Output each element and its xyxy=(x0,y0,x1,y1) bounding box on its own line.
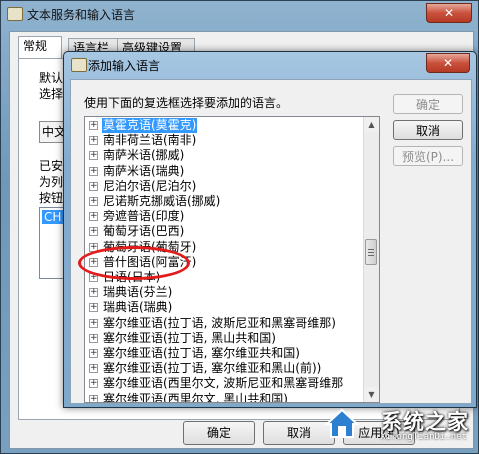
grip-line xyxy=(368,252,374,253)
expand-plus-icon[interactable]: + xyxy=(89,121,98,130)
expand-plus-icon[interactable]: + xyxy=(89,318,98,328)
list-item[interactable]: + 尼泊尔语(尼泊尔) xyxy=(85,179,363,194)
preview-button[interactable]: 预览(P)... xyxy=(393,146,463,166)
list-item[interactable]: + 塞尔维亚语(西里尔文, 黑山共和国) xyxy=(85,391,363,403)
list-item[interactable]: + 莫霍克语(莫霍克) xyxy=(85,118,363,133)
window-title: 文本服务和输入语言 xyxy=(27,8,136,22)
dialog-client-area: 使用下面的复选框选择要添加的语言。 + 莫霍克语(莫霍克) + 南非荷兰语(南非) + 南… xyxy=(70,79,472,404)
expand-plus-icon[interactable]: + xyxy=(89,166,98,176)
installed-services-desc-2: 按钮 xyxy=(39,191,64,205)
language-label: 塞尔维亚语(拉丁语, 塞尔维亚共和国) xyxy=(103,346,300,360)
expand-plus-icon[interactable]: + xyxy=(89,136,98,146)
language-label: 瑞典语(瑞典) xyxy=(103,300,173,315)
installed-services-label: 已安 xyxy=(39,159,64,173)
scroll-up-icon[interactable]: ▲ xyxy=(364,117,379,132)
vertical-scrollbar[interactable]: ▲ ▼ xyxy=(363,117,379,402)
language-label: 塞尔维亚语(拉丁语, 塞尔维亚和黑山(前)) xyxy=(103,361,322,376)
scrollbar-thumb[interactable] xyxy=(365,239,377,265)
language-label: 莫霍克语(莫霍克) xyxy=(102,118,198,133)
list-item[interactable]: + 南萨米语(挪威) xyxy=(85,148,363,163)
house-logo-icon xyxy=(324,408,360,438)
language-label: 尼泊尔语(尼泊尔) xyxy=(103,178,197,193)
language-label: 南非荷兰语(南非) xyxy=(103,133,197,148)
expand-plus-icon[interactable]: + xyxy=(89,333,98,343)
language-label: 葡萄牙语(巴西) xyxy=(103,224,185,239)
expand-plus-icon[interactable]: + xyxy=(89,303,98,313)
installed-services-desc: 为列 xyxy=(39,175,64,189)
language-label: 塞尔维亚语(拉丁语, 黑山共和国) xyxy=(103,330,276,345)
expand-plus-icon[interactable]: + xyxy=(89,349,98,358)
expand-plus-icon[interactable]: + xyxy=(89,394,98,402)
list-item[interactable]: + 瑞典语(芬兰) xyxy=(85,285,363,300)
ok-button[interactable]: 确定 xyxy=(183,421,255,445)
close-button[interactable]: ✕ xyxy=(426,53,470,73)
expand-plus-icon[interactable]: + xyxy=(89,364,98,374)
watermark: 系统之家 XiTongTianDi.net xyxy=(321,404,473,450)
dialog-title: 添加输入语言 xyxy=(88,59,161,73)
highlight-ring xyxy=(78,246,190,280)
expand-plus-icon[interactable]: + xyxy=(89,181,98,191)
list-item[interactable]: + 塞尔维亚语(拉丁语, 黑山共和国) xyxy=(85,331,363,346)
language-label: 塞尔维亚语(西里尔文, 黑山共和国) xyxy=(103,391,288,403)
watermark-url: XiTongTianDi.net xyxy=(380,432,467,442)
default-language-desc: 选择 xyxy=(39,87,64,101)
list-item[interactable]: + 旁遮普语(印度) xyxy=(85,209,363,224)
list-item[interactable]: + 塞尔维亚语(拉丁语, 波斯尼亚和黑塞哥维那) xyxy=(85,316,363,331)
language-label: 南萨米语(瑞典) xyxy=(103,163,185,178)
list-item[interactable]: + 葡萄牙语(巴西) xyxy=(85,224,363,239)
language-label: 旁遮普语(印度) xyxy=(103,209,185,224)
expand-plus-icon[interactable]: + xyxy=(89,227,98,237)
list-item[interactable]: + 塞尔维亚语(拉丁语, 塞尔维亚和黑山(前)) xyxy=(85,361,363,376)
close-button[interactable]: ✕ xyxy=(426,3,472,23)
default-language-label: 默认 xyxy=(39,71,64,85)
list-item[interactable]: + 尼诺斯克挪威语(挪威) xyxy=(85,194,363,209)
instruction-text: 使用下面的复选框选择要添加的语言。 xyxy=(84,96,289,110)
list-item[interactable]: CH xyxy=(42,210,64,224)
language-label: 瑞典语(芬兰) xyxy=(103,285,173,300)
keyboard-icon xyxy=(71,58,87,72)
cancel-button[interactable]: 取消 xyxy=(393,120,463,140)
expand-plus-icon[interactable]: + xyxy=(89,151,98,161)
language-label: 塞尔维亚语(拉丁语, 波斯尼亚和黑塞哥维那) xyxy=(103,315,336,330)
tab-general[interactable]: 常规 xyxy=(18,36,62,58)
expand-plus-icon[interactable]: + xyxy=(89,212,98,222)
expand-plus-icon[interactable]: + xyxy=(89,288,98,298)
list-item[interactable]: + 塞尔维亚语(西里尔文, 波斯尼亚和黑塞哥维那 xyxy=(85,376,363,391)
language-label: 尼诺斯克挪威语(挪威) xyxy=(103,194,221,208)
list-item[interactable]: + 塞尔维亚语(拉丁语, 塞尔维亚共和国) xyxy=(85,346,363,361)
language-label: 塞尔维亚语(西里尔文, 波斯尼亚和黑塞哥维那 xyxy=(103,376,344,391)
expand-plus-icon[interactable]: + xyxy=(89,197,98,206)
add-input-language-dialog: 添加输入语言 ✕ 使用下面的复选框选择要添加的语言。 + 莫霍克语(莫霍克) + 南非… xyxy=(63,51,477,408)
list-item[interactable]: + 瑞典语(瑞典) xyxy=(85,300,363,315)
list-item[interactable]: + 南萨米语(瑞典) xyxy=(85,164,363,179)
grip-line xyxy=(368,255,374,256)
expand-plus-icon[interactable]: + xyxy=(89,379,98,389)
scroll-down-icon[interactable]: ▼ xyxy=(364,387,379,402)
ok-button[interactable]: 确定 xyxy=(393,94,463,114)
grip-line xyxy=(368,249,374,250)
list-item[interactable]: + 南非荷兰语(南非) xyxy=(85,133,363,148)
language-label: 南萨米语(挪威) xyxy=(103,148,185,163)
